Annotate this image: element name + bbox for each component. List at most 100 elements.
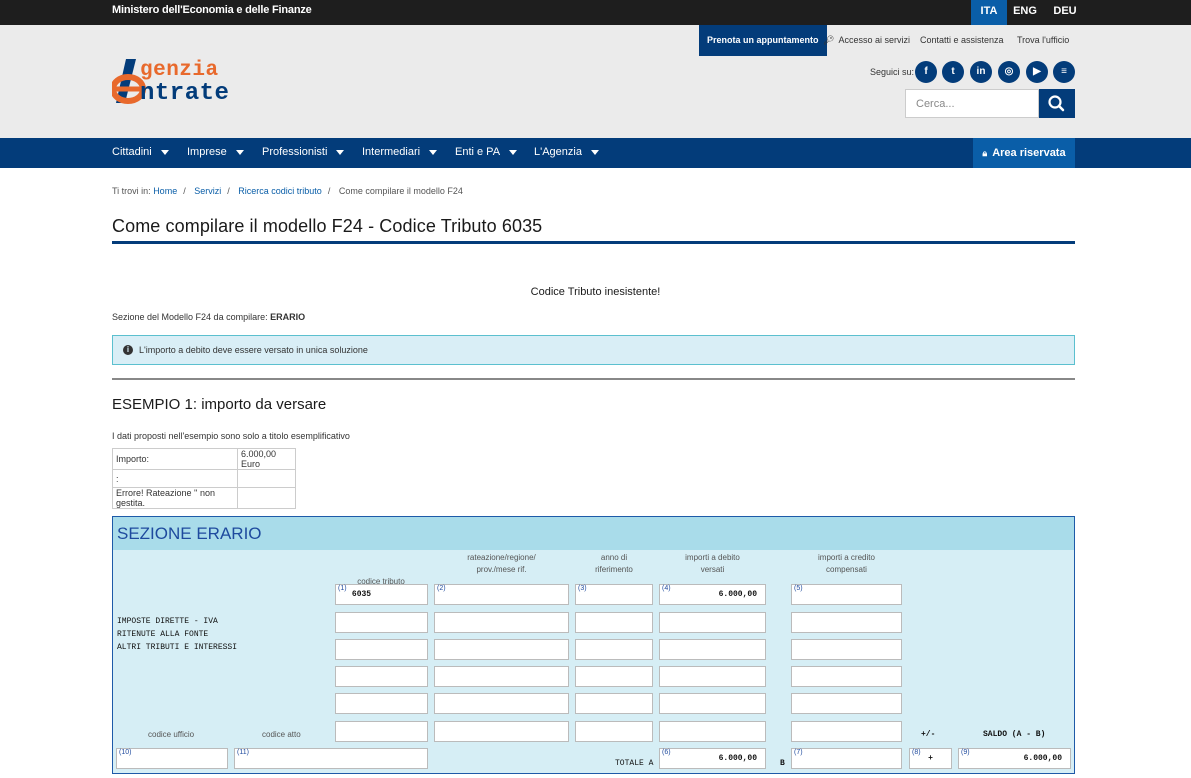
importo-credito-field[interactable] [791, 612, 902, 633]
importo-debito-field[interactable] [659, 721, 766, 742]
table-cell: 6.000,00 Euro [237, 448, 296, 470]
table-cell [237, 487, 296, 509]
youtube-icon[interactable]: ▶ [1026, 61, 1048, 83]
section-value: ERARIO [270, 312, 306, 322]
table-row: : [112, 469, 296, 488]
table-cell [237, 469, 296, 488]
nav-enti-pa[interactable]: Enti e PA [455, 138, 518, 168]
rateazione-field[interactable] [434, 693, 569, 714]
rateazione-field[interactable]: (2) [434, 584, 569, 605]
totale-a-field[interactable]: (6) 6.000,00 [659, 748, 766, 769]
lang-deu[interactable]: DEU [1047, 0, 1083, 25]
codice-tributo-field[interactable] [335, 693, 428, 714]
breadcrumb: Ti trovi in: Home / Servizi / Ricerca codi… [112, 186, 463, 196]
nav-imprese[interactable]: Imprese [187, 138, 244, 168]
importo-credito-field[interactable] [791, 721, 902, 742]
codice-atto-field[interactable]: (11) [234, 748, 428, 769]
breadcrumb-servizi[interactable]: Servizi [194, 186, 221, 196]
breadcrumb-home[interactable]: Home [153, 186, 177, 196]
codice-tributo-field[interactable]: (1) 6035 [335, 584, 428, 605]
agenzia-entrate-logo[interactable]: genzia ntrate [110, 55, 272, 107]
importo-credito-field[interactable] [791, 666, 902, 687]
f24-erario-section: SEZIONE ERARIO codice tributo rateazione… [112, 516, 1075, 774]
info-icon: i [123, 345, 133, 355]
anno-field[interactable] [575, 693, 653, 714]
example-table: Importo: 6.000,00 Euro : Errore! Rateazio… [112, 448, 296, 509]
field-number: (11) [237, 749, 249, 756]
tax-category-line: RITENUTE ALLA FONTE [117, 630, 209, 639]
importo-debito-field[interactable] [659, 693, 766, 714]
nav-professionisti[interactable]: Professionisti [262, 138, 345, 168]
totale-b-field[interactable]: (7) [791, 748, 902, 769]
field-number: (5) [794, 585, 803, 592]
rateazione-field[interactable] [434, 612, 569, 633]
title-divider [112, 241, 1075, 244]
appointment-link[interactable]: Prenota un appuntamento [699, 25, 827, 56]
importo-credito-field[interactable] [791, 693, 902, 714]
example-title: ESEMPIO 1: importo da versare [112, 396, 327, 413]
rateazione-field[interactable] [434, 721, 569, 742]
facebook-icon[interactable]: f [915, 61, 937, 83]
field-number: (10) [119, 749, 132, 756]
field-number: (9) [961, 749, 970, 756]
breadcrumb-ricerca[interactable]: Ricerca codici tributo [238, 186, 322, 196]
rss-icon[interactable]: ≡ [1053, 61, 1075, 83]
importo-debito-field[interactable] [659, 639, 766, 660]
main-nav: Cittadini Imprese Professionisti Interme… [0, 138, 1191, 168]
field-number: (6) [662, 749, 671, 756]
reserved-area-label: Area riservata [992, 147, 1066, 159]
anno-field[interactable] [575, 639, 653, 660]
nav-cittadini[interactable]: Cittadini [112, 138, 169, 168]
reserved-area-button[interactable]: 🔒︎ Area riservata [973, 138, 1075, 168]
nav-label: Enti e PA [455, 146, 501, 158]
nav-agenzia[interactable]: L'Agenzia [534, 138, 599, 168]
segno-field[interactable]: (8) + [909, 748, 952, 769]
nav-label: Imprese [187, 146, 227, 158]
header-text: versati [700, 565, 725, 574]
codice-tributo-field[interactable] [335, 639, 428, 660]
codice-tributo-field[interactable] [335, 666, 428, 687]
field-value: 6.000,00 [718, 590, 757, 599]
nav-intermediari[interactable]: Intermediari [362, 138, 438, 168]
tax-category-line: IMPOSTE DIRETTE - IVA [117, 617, 218, 626]
importo-credito-field[interactable] [791, 639, 902, 660]
rateazione-field[interactable] [434, 666, 569, 687]
anno-field[interactable]: (3) [575, 584, 653, 605]
codice-tributo-field[interactable] [335, 612, 428, 633]
header-debito: importi a debito versati [659, 552, 766, 576]
field-number: (2) [437, 585, 446, 592]
importo-debito-field[interactable] [659, 666, 766, 687]
header-rateazione: rateazione/regione/prov./mese rif. [434, 552, 569, 576]
social-label: Seguici su: [870, 67, 915, 77]
header-credito: importi a credito compensati [791, 552, 902, 576]
access-services-link[interactable]: 🔑︎ Accesso ai servizi [815, 25, 918, 56]
anno-field[interactable] [575, 666, 653, 687]
example-disclaimer: I dati proposti nell'esempio sono solo a… [112, 431, 350, 441]
contacts-link[interactable]: Contatti e assistenza [912, 25, 1012, 56]
field-number: (4) [662, 585, 671, 592]
linkedin-icon[interactable]: in [970, 61, 992, 83]
codice-tributo-field[interactable] [335, 721, 428, 742]
anno-field[interactable] [575, 612, 653, 633]
lang-ita[interactable]: ITA [971, 0, 1007, 25]
field-value: 6035 [351, 590, 372, 599]
importo-credito-field[interactable]: (5) [791, 584, 902, 605]
instagram-icon[interactable]: ◎ [998, 61, 1020, 83]
header-text: anno di [600, 553, 628, 562]
importo-debito-field[interactable] [659, 612, 766, 633]
rateazione-field[interactable] [434, 639, 569, 660]
importo-debito-field[interactable]: (4) 6.000,00 [659, 584, 766, 605]
key-icon: 🔑︎ [823, 35, 835, 45]
saldo-field[interactable]: (9) 6.000,00 [958, 748, 1071, 769]
segno-label: +/- [921, 730, 936, 739]
header-text: riferimento [595, 565, 633, 574]
twitter-icon[interactable]: t [942, 61, 964, 83]
codice-ufficio-field[interactable]: (10) [116, 748, 228, 769]
header-text: importi a credito [818, 553, 875, 562]
anno-field[interactable] [575, 721, 653, 742]
lock-icon: 🔒︎ [982, 148, 988, 158]
office-link[interactable]: Trova l'ufficio [1009, 25, 1077, 56]
lang-eng[interactable]: ENG [1007, 0, 1043, 25]
search-input[interactable] [905, 89, 1039, 118]
search-button[interactable] [1039, 89, 1075, 118]
